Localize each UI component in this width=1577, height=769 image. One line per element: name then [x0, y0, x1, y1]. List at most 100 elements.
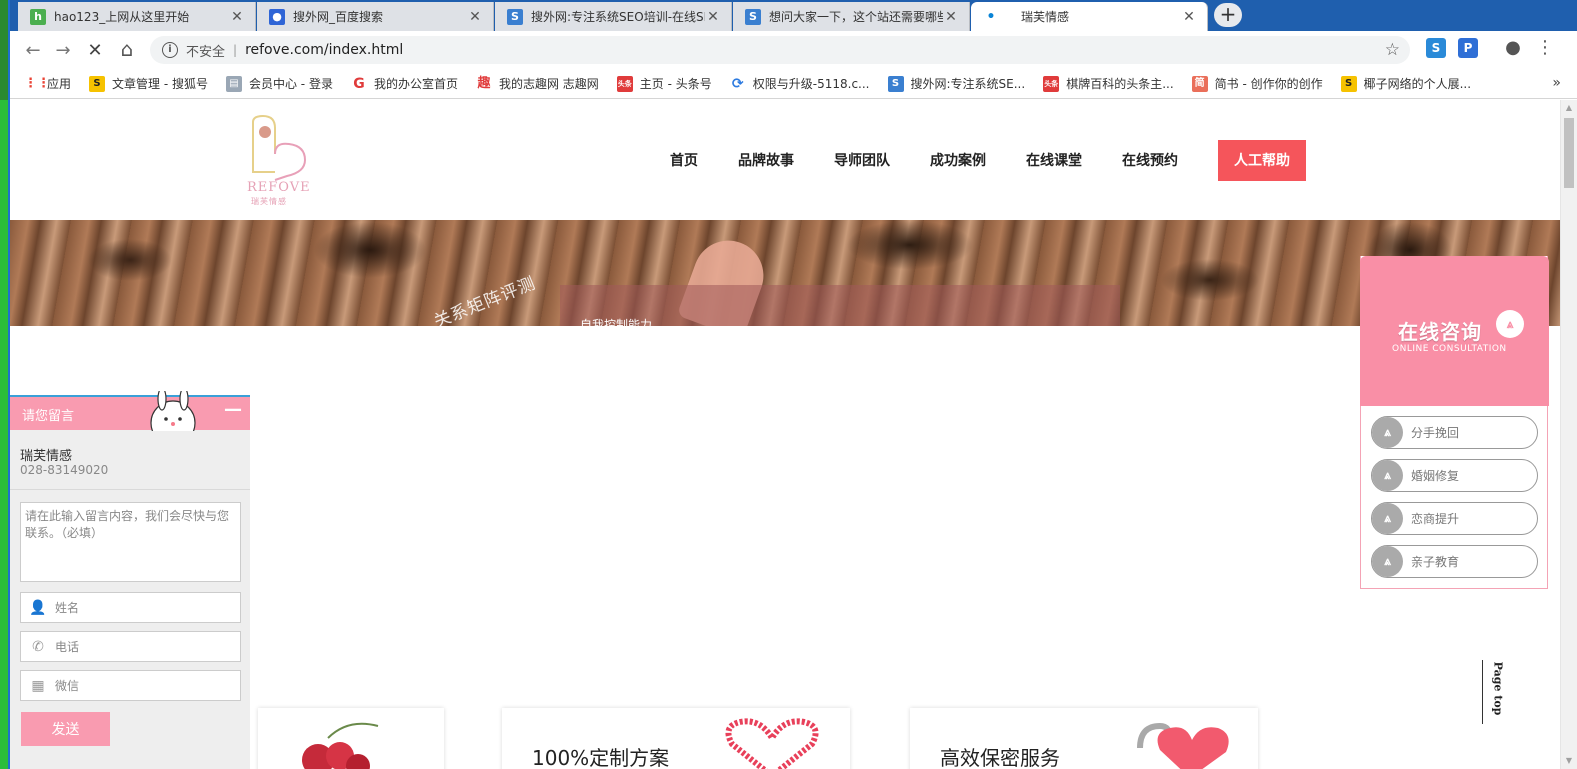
info-icon[interactable]: i	[162, 42, 178, 58]
scroll-up-arrow-icon[interactable]: ▲	[1561, 100, 1577, 116]
feature-card-privacy[interactable]: 高效保密服务	[910, 708, 1258, 769]
grid-icon: ▦	[31, 677, 45, 694]
forward-arrow-icon[interactable]: →	[48, 35, 78, 65]
bookmark-5118[interactable]: ⟳ 权限与升级-5118.c...	[730, 75, 870, 92]
name-field[interactable]: 👤	[20, 592, 241, 623]
human-help-button[interactable]: 人工帮助	[1218, 139, 1306, 181]
bookmark-jianshu[interactable]: 简 简书 - 创作你的创作	[1191, 75, 1323, 92]
security-label[interactable]: 不安全	[186, 41, 225, 60]
tab-hao123[interactable]: h hao123_上网从这里开始 ✕	[18, 2, 256, 31]
consult-logo-icon: ⩓	[1372, 460, 1403, 491]
new-tab-button[interactable]: +	[1214, 3, 1242, 27]
web-page: REFOVE 瑞芙情感 首页 品牌故事 导师团队 成功案例 在线课堂 在线预约 …	[10, 100, 1560, 769]
apps-grid-icon: ⋮⋮	[24, 75, 50, 91]
user-icon: 👤	[29, 599, 47, 616]
bookmark-toutiao[interactable]: 头条 主页 - 头条号	[616, 75, 712, 92]
consult-option-love-iq[interactable]: ⩓ 恋商提升	[1371, 502, 1538, 535]
url-text[interactable]: refove.com/index.html	[245, 42, 403, 58]
tab-souwai-1[interactable]: S 搜外网:专注系统SEO培训-在线SE ✕	[495, 2, 732, 31]
close-icon[interactable]: ✕	[467, 9, 483, 25]
feature-card-custom-plan[interactable]: 100%定制方案	[502, 708, 850, 769]
tab-baidu[interactable]: ● 搜外网_百度搜索 ✕	[257, 2, 494, 31]
browser-toolbar: ← → ✕ ⌂ i 不安全 | refove.com/index.html ☆ …	[10, 31, 1577, 69]
close-icon[interactable]: ✕	[943, 9, 959, 25]
logo-text-en: REFOVE	[247, 180, 311, 195]
bookmark-apps[interactable]: ⋮⋮ 应用	[24, 75, 71, 92]
tab-bar: h hao123_上网从这里开始 ✕ ● 搜外网_百度搜索 ✕ S 搜外网:专注…	[10, 0, 1577, 31]
close-icon[interactable]: ✕	[705, 9, 721, 25]
consult-option-parenting[interactable]: ⩓ 亲子教育	[1371, 545, 1538, 578]
extension-s-icon[interactable]: S	[1426, 38, 1446, 58]
bookmarks-bar: ⋮⋮ 应用 S 文章管理 - 搜狐号 ▤ 会员中心 - 登录 G 我的办公室首页…	[10, 69, 1577, 99]
bookmark-label: 会员中心 - 登录	[248, 77, 333, 91]
consult-option-breakup-recovery[interactable]: ⩓ 分手挽回	[1371, 416, 1538, 449]
close-icon[interactable]: ✕	[229, 9, 245, 25]
consult-option-label: 亲子教育	[1411, 555, 1460, 569]
bookmark-yezi[interactable]: S 椰子网络的个人展...	[1340, 75, 1471, 92]
name-input[interactable]	[55, 600, 235, 615]
nav-item-home[interactable]: 首页	[670, 150, 698, 170]
tab-refove-active[interactable]: • 瑞芙情感 ✕	[971, 2, 1208, 31]
heart-lock-icon	[1137, 722, 1229, 769]
chat-divider	[10, 489, 250, 490]
phone-input[interactable]	[55, 639, 235, 654]
scroll-down-arrow-icon[interactable]: ▼	[1561, 753, 1577, 769]
bookmark-star-icon[interactable]: ☆	[1385, 40, 1400, 60]
tab-title: 搜外网_百度搜索	[293, 10, 384, 24]
feature-card-rose[interactable]	[258, 708, 444, 769]
nav-item-brand-story[interactable]: 品牌故事	[738, 150, 794, 170]
s-icon: S	[507, 8, 523, 25]
bookmark-souwai[interactable]: S 搜外网:专注系统SE...	[887, 75, 1026, 92]
online-consultation-widget: 在线咨询 ONLINE CONSULTATION ⩓ ⩓ 分手挽回 ⩓ 婚姻修复…	[1360, 256, 1549, 589]
page-top-button[interactable]: Page top	[1482, 660, 1504, 724]
address-bar[interactable]: i 不安全 | refove.com/index.html ☆	[150, 36, 1410, 64]
bookmark-office[interactable]: G 我的办公室首页	[351, 75, 458, 92]
banner-stamp-text: 关系矩阵评测	[431, 273, 539, 326]
bookmark-zhiqu[interactable]: 趣 我的志趣网 志趣网	[476, 75, 598, 92]
tab-title: hao123_上网从这里开始	[54, 10, 190, 24]
back-arrow-icon[interactable]: ←	[18, 35, 48, 65]
bookmark-member[interactable]: ▤ 会员中心 - 登录	[225, 75, 333, 92]
bookmark-label: 搜外网:专注系统SE...	[910, 77, 1026, 91]
menu-kebab-icon[interactable]: ⋮	[1534, 37, 1556, 59]
main-nav: 首页 品牌故事 导师团队 成功案例 在线课堂 在线预约 人工帮助	[670, 139, 1306, 181]
close-icon[interactable]: ✕	[1181, 9, 1197, 25]
chat-header[interactable]: 请您留言 —	[10, 391, 250, 431]
minimize-icon[interactable]: —	[224, 399, 242, 420]
bookmark-label: 主页 - 头条号	[639, 77, 712, 91]
message-textarea[interactable]	[20, 502, 241, 582]
nav-item-booking[interactable]: 在线预约	[1122, 150, 1178, 170]
consult-logo-icon: ⩓	[1372, 503, 1403, 534]
consult-option-label: 恋商提升	[1411, 512, 1460, 526]
consult-header[interactable]: 在线咨询 ONLINE CONSULTATION ⩓	[1360, 256, 1549, 406]
stop-loading-icon[interactable]: ✕	[80, 35, 110, 65]
consult-option-label: 分手挽回	[1411, 426, 1460, 440]
page-scrollbar[interactable]: ▲ ▼	[1560, 100, 1577, 769]
consult-logo-icon: ⩓	[1496, 310, 1524, 338]
bookmark-label: 应用	[47, 77, 72, 91]
home-icon[interactable]: ⌂	[112, 34, 142, 64]
chevron-right-double-icon[interactable]: »	[1552, 75, 1561, 91]
scrollbar-thumb[interactable]	[1564, 118, 1574, 188]
bookmark-sohu[interactable]: S 文章管理 - 搜狐号	[89, 75, 208, 92]
phone-field[interactable]: ✆	[20, 631, 241, 662]
consult-subtitle: ONLINE CONSULTATION	[1392, 344, 1507, 354]
consult-option-marriage-repair[interactable]: ⩓ 婚姻修复	[1371, 459, 1538, 492]
nav-item-online-class[interactable]: 在线课堂	[1026, 150, 1082, 170]
wechat-field[interactable]: ▦	[20, 670, 241, 701]
nav-item-mentors[interactable]: 导师团队	[834, 150, 890, 170]
refove-logo[interactable]: REFOVE 瑞芙情感	[245, 114, 315, 209]
wechat-input[interactable]	[55, 678, 235, 693]
heart-logo-icon	[252, 114, 307, 181]
banner-subtitle: 自我控制能力	[580, 318, 653, 326]
profile-avatar-icon[interactable]: ●	[1502, 37, 1524, 59]
send-button[interactable]: 发送	[21, 712, 110, 746]
tab-souwai-2[interactable]: S 想问大家一下，这个站还需要哪些 ✕	[733, 2, 970, 31]
nav-item-cases[interactable]: 成功案例	[930, 150, 986, 170]
bookmark-qipai[interactable]: 头条 棋牌百科的头条主...	[1043, 75, 1174, 92]
bookmark-label: 我的办公室首页	[373, 77, 458, 91]
extension-p-icon[interactable]: P	[1458, 38, 1478, 58]
hao123-icon: h	[30, 8, 46, 25]
baidu-paw-icon: ●	[269, 8, 285, 25]
browser-window: h hao123_上网从这里开始 ✕ ● 搜外网_百度搜索 ✕ S 搜外网:专注…	[10, 0, 1577, 769]
